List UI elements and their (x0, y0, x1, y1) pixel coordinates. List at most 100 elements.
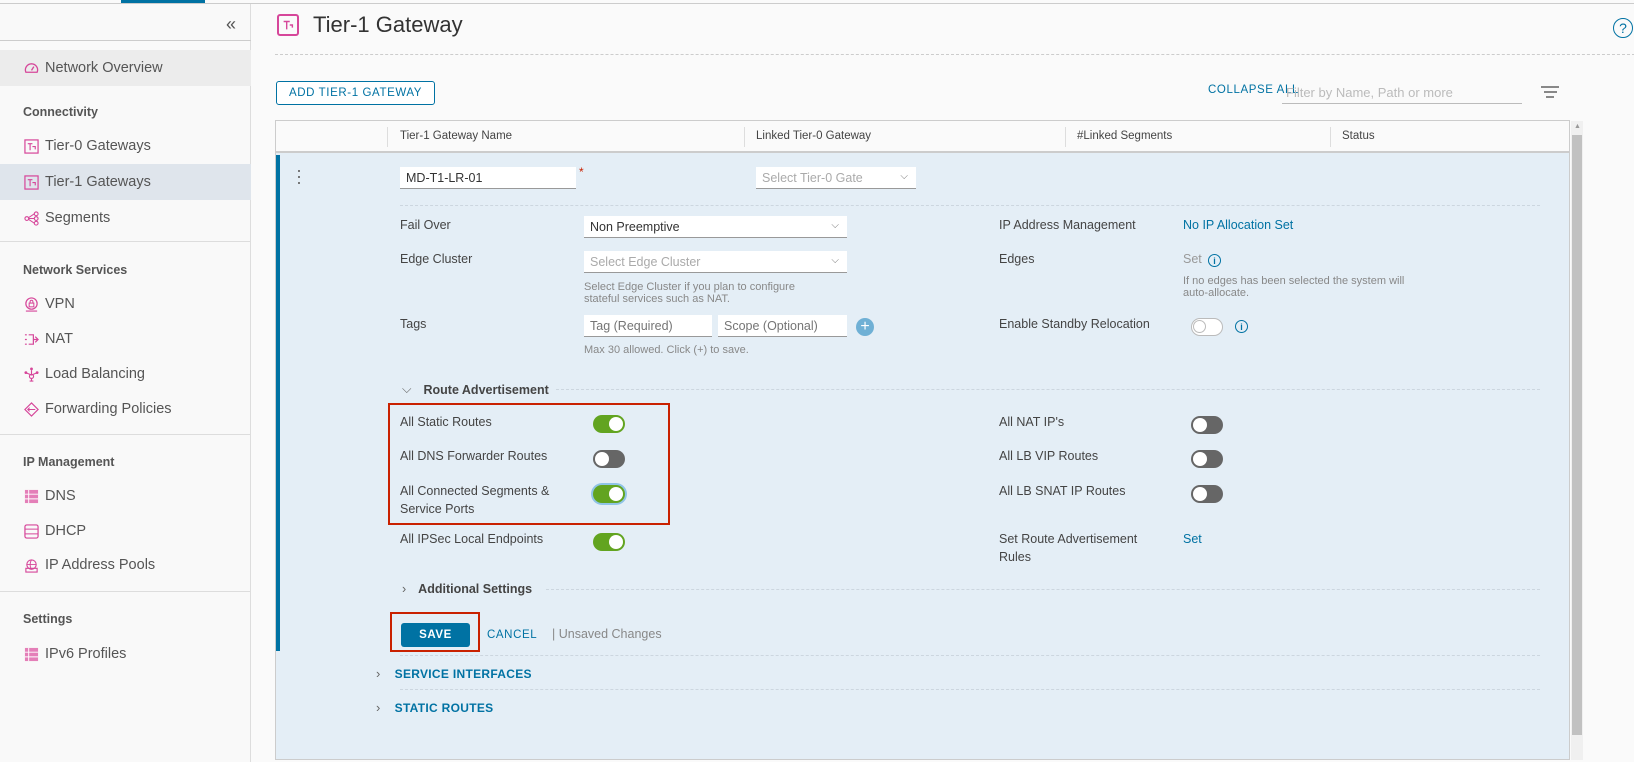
edges-hint: If no edges has been selected the system… (1183, 275, 1405, 287)
sidebar-item-tier-0-gateways[interactable]: Tier-0 Gateways (0, 128, 251, 164)
grid-scrollbar[interactable]: ▲ (1571, 121, 1583, 760)
sidebar-item-label: Tier-1 Gateways (45, 174, 151, 190)
all-lb-snat-ip-routes-label: All LB SNAT IP Routes (999, 484, 1126, 498)
scroll-up-icon[interactable]: ▲ (1574, 123, 1581, 130)
toggle-knob (609, 417, 623, 431)
filter-icon[interactable] (1541, 86, 1559, 101)
column-divider (1065, 127, 1066, 147)
section-title: STATIC ROUTES (394, 700, 494, 715)
divider (0, 591, 251, 592)
sidebar-item-nat[interactable]: NAT (0, 321, 251, 357)
standby-relocation-toggle[interactable] (1191, 318, 1223, 336)
divider (400, 689, 1540, 690)
add-tag-plus-icon[interactable]: + (856, 318, 874, 336)
select-placeholder: Select Tier-0 Gate (762, 170, 863, 185)
ip-allocation-link[interactable]: No IP Allocation Set (1183, 218, 1293, 232)
tag-input[interactable] (584, 315, 712, 337)
route-advertisement-section[interactable]: ⌵ Route Advertisement (402, 382, 549, 397)
info-icon[interactable]: i (1208, 254, 1221, 267)
sidebar-item-segments[interactable]: Segments (0, 200, 251, 236)
sidebar: « Network Overview Connectivity Tier-0 G… (0, 4, 251, 762)
cancel-button[interactable]: CANCEL (487, 629, 537, 641)
edges-set-link[interactable]: Set (1183, 252, 1202, 266)
section-title: SERVICE INTERFACES (394, 666, 532, 681)
sidebar-item-tier-1-gateways[interactable]: Tier-1 Gateways (0, 164, 251, 200)
sidebar-item-forwarding-policies[interactable]: Forwarding Policies (0, 391, 251, 427)
fail-over-label: Fail Over (400, 218, 451, 232)
help-icon[interactable]: ? (1613, 18, 1633, 38)
gateway-icon (277, 14, 299, 36)
row-actions-kebab-icon[interactable]: · · · (296, 161, 302, 191)
section-title: Route Advertisement (423, 382, 549, 397)
required-mark: * (579, 165, 584, 179)
scope-input[interactable] (718, 315, 847, 337)
all-static-routes-toggle[interactable] (593, 415, 625, 433)
add-tier-1-gateway-button[interactable]: ADD TIER-1 GATEWAY (276, 81, 436, 105)
all-lb-vip-routes-toggle[interactable] (1191, 450, 1223, 468)
divider (400, 655, 1540, 656)
sidebar-item-ipv6-profiles[interactable]: IPv6 Profiles (0, 636, 251, 672)
gateway-name-input[interactable]: MD-T1-LR-01 (400, 167, 576, 189)
additional-settings-section[interactable]: › Additional Settings (402, 582, 532, 596)
collapse-sidebar-icon[interactable]: « (226, 14, 236, 35)
select-value: Non Preemptive (590, 219, 680, 234)
load-balancer-icon (23, 366, 39, 382)
chevron-down-icon: ⌵ (402, 382, 412, 396)
all-connected-segments-toggle[interactable] (593, 485, 625, 503)
all-lb-vip-routes-label: All LB VIP Routes (999, 449, 1099, 463)
static-routes-section[interactable]: › STATIC ROUTES (376, 700, 493, 715)
toggle-knob (1193, 418, 1207, 432)
tier0-gateway-select[interactable]: Select Tier-0 Gate ⌵ (756, 167, 916, 189)
info-icon[interactable]: i (1235, 320, 1248, 333)
chevron-down-icon: ⌵ (900, 171, 908, 182)
tags-label: Tags (400, 317, 427, 331)
sidebar-item-vpn[interactable]: VPN (0, 286, 251, 322)
all-dns-forwarder-routes-toggle[interactable] (593, 450, 625, 468)
nat-icon (23, 331, 39, 347)
filter-input[interactable] (1282, 82, 1522, 104)
sidebar-item-network-overview[interactable]: Network Overview (0, 50, 251, 86)
all-lb-snat-ip-routes-toggle[interactable] (1191, 485, 1223, 503)
sidebar-item-label: VPN (45, 296, 75, 312)
toggle-knob (1193, 320, 1206, 333)
all-nat-ips-toggle[interactable] (1191, 416, 1223, 434)
sidebar-item-label: Segments (45, 210, 111, 226)
edge-cluster-hint: stateful services such as NAT. (584, 293, 730, 305)
sidebar-item-label: Forwarding Policies (45, 401, 172, 417)
fail-over-select[interactable]: Non Preemptive ⌵ (584, 216, 847, 238)
route-advertisement-rules-set-link[interactable]: Set (1183, 532, 1202, 546)
divider (546, 589, 1540, 590)
all-nat-ips-label: All NAT IP's (999, 415, 1065, 429)
chevron-right-icon: › (376, 666, 381, 681)
nav-heading-network-services: Network Services (23, 263, 128, 277)
toggle-knob (609, 535, 623, 549)
toggle-knob (1193, 452, 1207, 466)
column-header-linked-tier0[interactable]: Linked Tier-0 Gateway (756, 130, 871, 142)
column-header-name[interactable]: Tier-1 Gateway Name (400, 130, 512, 142)
sidebar-item-load-balancing[interactable]: Load Balancing (0, 356, 251, 392)
sidebar-item-dhcp[interactable]: DHCP (0, 513, 251, 549)
segments-icon (23, 210, 39, 226)
column-divider (387, 127, 388, 147)
sidebar-item-label: IPv6 Profiles (45, 646, 127, 662)
column-header-linked-segments[interactable]: #Linked Segments (1077, 130, 1172, 142)
divider (0, 241, 251, 242)
edge-cluster-select[interactable]: Select Edge Cluster ⌵ (584, 251, 847, 273)
section-title: Additional Settings (418, 582, 533, 596)
column-divider (744, 127, 745, 147)
sidebar-item-label: DNS (45, 488, 76, 504)
standby-relocation-label: Enable Standby Relocation (999, 317, 1150, 331)
edges-hint: auto-allocate. (1183, 287, 1250, 299)
ip-address-management-label: IP Address Management (999, 218, 1136, 232)
save-button[interactable]: SAVE (401, 623, 470, 647)
sidebar-item-ip-address-pools[interactable]: IP Address Pools (0, 547, 251, 583)
service-interfaces-section[interactable]: › SERVICE INTERFACES (376, 666, 532, 681)
column-header-status[interactable]: Status (1342, 130, 1375, 142)
divider (275, 54, 1634, 55)
all-ipsec-local-endpoints-toggle[interactable] (593, 533, 625, 551)
sidebar-item-dns[interactable]: DNS (0, 478, 251, 514)
scrollbar-thumb[interactable] (1572, 135, 1582, 735)
sidebar-item-label: Tier-0 Gateways (45, 138, 151, 154)
vpn-lock-icon (23, 296, 39, 312)
forwarding-icon (23, 401, 39, 417)
